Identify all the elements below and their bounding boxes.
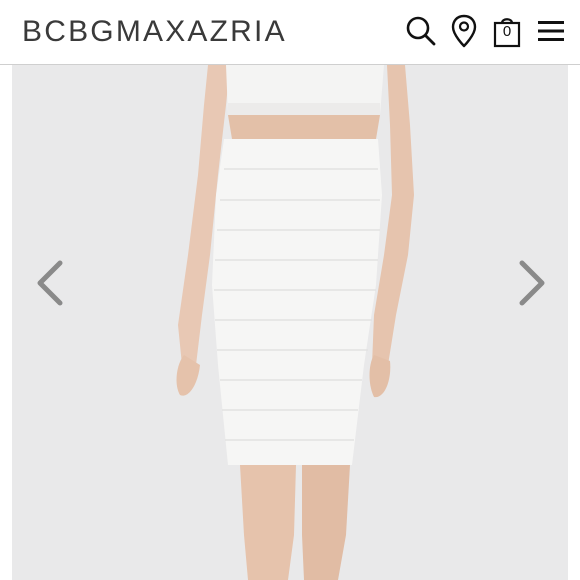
product-photo xyxy=(12,65,568,580)
chevron-left-icon[interactable] xyxy=(32,255,68,311)
store-locator-button[interactable] xyxy=(447,14,481,48)
bag-count-badge: 0 xyxy=(502,23,512,40)
hamburger-menu-icon xyxy=(538,21,564,41)
chevron-right-icon[interactable] xyxy=(514,255,550,311)
location-pin-icon xyxy=(451,14,477,48)
product-image-gallery[interactable] xyxy=(12,65,568,580)
search-icon xyxy=(406,16,436,46)
brand-logo[interactable]: BCBGMAXAZRIA xyxy=(22,14,287,50)
search-button[interactable] xyxy=(404,14,438,48)
site-header: BCBGMAXAZRIA 0 xyxy=(0,0,580,65)
menu-button[interactable] xyxy=(534,14,568,48)
shopping-bag-button[interactable]: 0 xyxy=(492,14,522,48)
